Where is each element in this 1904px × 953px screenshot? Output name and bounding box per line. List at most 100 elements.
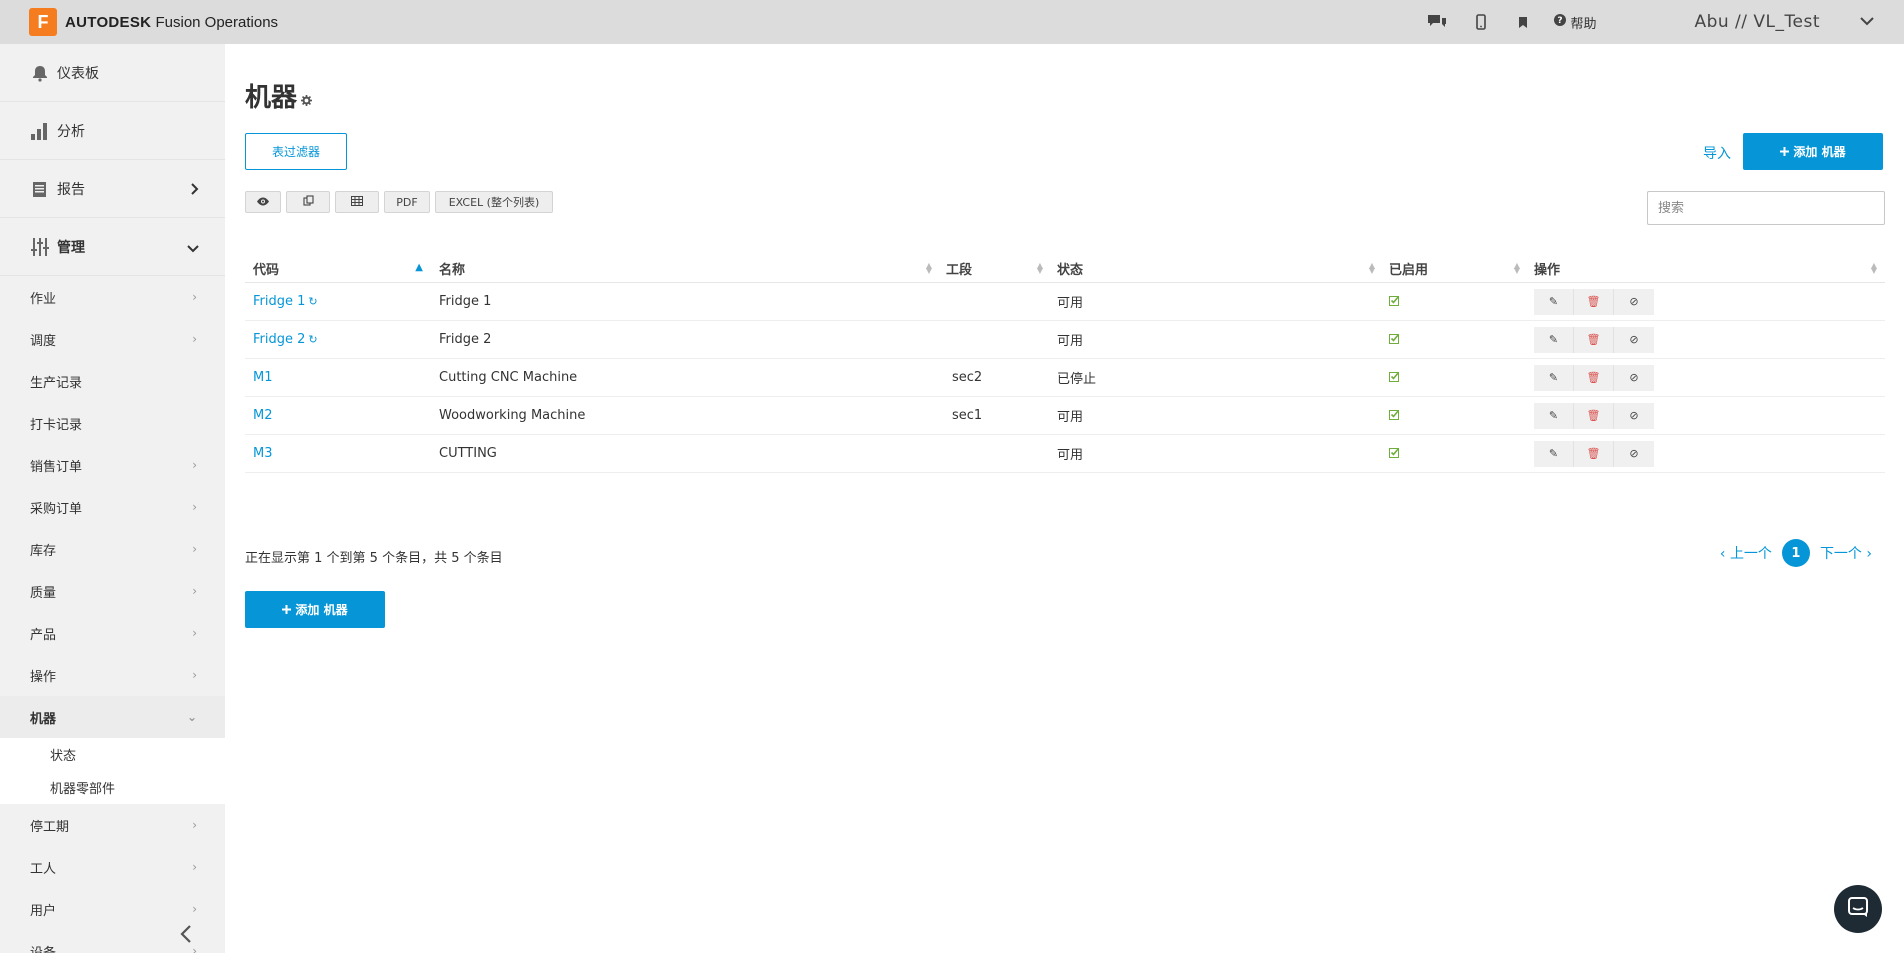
search-input[interactable]: [1647, 191, 1885, 225]
help-label: 帮助: [1570, 16, 1597, 32]
refresh-icon: ↻: [308, 333, 318, 346]
sidebar-item-sales-orders[interactable]: 销售订单 ›: [0, 444, 225, 486]
table-toolbar: PDF EXCEL (整个列表): [245, 191, 553, 213]
chevron-down-icon: ⌄: [186, 710, 197, 724]
delete-icon[interactable]: 🗑: [1574, 326, 1614, 353]
table-info: 正在显示第 1 个到第 5 个条目，共 5 个条目: [245, 547, 503, 566]
sidebar-item-label: 操作: [30, 669, 57, 685]
disable-icon[interactable]: ⊘: [1614, 288, 1654, 315]
mobile-icon[interactable]: [1470, 11, 1492, 33]
sidebar-item-dashboard[interactable]: 仪表板: [0, 44, 225, 102]
sidebar-item-purchase-orders[interactable]: 采购订单 ›: [0, 486, 225, 528]
sidebar-item-scheduling[interactable]: 调度 ›: [0, 318, 225, 360]
table-row: M1 Cutting CNC Machine sec2 已停止 ✎ 🗑 ⊘: [245, 359, 1885, 397]
machine-status: 可用: [1057, 410, 1084, 425]
sidebar-item-clock-records[interactable]: 打卡记录: [0, 402, 225, 444]
edit-icon[interactable]: ✎: [1534, 288, 1574, 315]
page-title-text: 机器: [245, 83, 298, 113]
sidebar-item-products[interactable]: 产品 ›: [0, 612, 225, 654]
copy-button[interactable]: [286, 191, 330, 213]
copy-icon: [302, 195, 314, 209]
edit-icon[interactable]: ✎: [1534, 326, 1574, 353]
disable-icon[interactable]: ⊘: [1614, 402, 1654, 429]
machine-code-link[interactable]: M2: [253, 408, 273, 423]
add-machine-button-bottom[interactable]: 添加 机器: [245, 591, 385, 628]
chevron-right-icon: ›: [192, 818, 197, 832]
add-machine-label: 添加 机器: [1793, 145, 1846, 159]
chevron-right-icon: ›: [192, 500, 197, 514]
sidebar-item-production-records[interactable]: 生产记录: [0, 360, 225, 402]
gear-icon[interactable]: [301, 95, 313, 110]
sidebar-subitem-machine-parts[interactable]: 机器零部件: [0, 771, 225, 804]
excel-button[interactable]: EXCEL (整个列表): [435, 191, 553, 213]
sidebar-item-quality[interactable]: 质量 ›: [0, 570, 225, 612]
add-machine-button[interactable]: 添加 机器: [1743, 133, 1883, 170]
sidebar-item-manage[interactable]: 管理: [0, 218, 225, 276]
edit-icon[interactable]: ✎: [1534, 364, 1574, 391]
sidebar-item-label: 用户: [30, 903, 57, 919]
page-1-button[interactable]: 1: [1781, 539, 1810, 567]
column-header-actions[interactable]: 操作 ▲ ▼: [1526, 254, 1883, 282]
table-info-text: 正在显示第 1 个到第 5 个条目，共 5 个条目: [245, 551, 503, 566]
column-header-status[interactable]: 状态 ▲ ▼: [1049, 254, 1381, 282]
csv-button[interactable]: [335, 191, 379, 213]
sidebar-item-operations[interactable]: 操作 ›: [0, 654, 225, 696]
pdf-button[interactable]: PDF: [384, 191, 430, 213]
column-header-label: 工段: [946, 262, 973, 278]
chat-icon[interactable]: [1426, 11, 1448, 33]
collapse-sidebar-icon[interactable]: [180, 924, 192, 950]
user-menu[interactable]: Abu // VL_Test: [1694, 12, 1820, 32]
column-header-section[interactable]: 工段 ▲ ▼: [938, 254, 1049, 282]
column-header-code[interactable]: 代码 ▲: [245, 254, 431, 282]
main-content: 机器 表过滤器 导入 添加 机器 PDF EXCEL (整个列表) 搜索 代码 …: [225, 44, 1904, 953]
delete-icon[interactable]: 🗑: [1574, 402, 1614, 429]
eye-icon: [256, 196, 270, 209]
chevron-down-icon[interactable]: [1860, 15, 1874, 30]
machine-code-link[interactable]: Fridge 2: [253, 332, 305, 347]
chevron-right-icon: ›: [192, 902, 197, 916]
chevron-right-icon: ›: [192, 458, 197, 472]
machine-code-link[interactable]: M3: [253, 446, 273, 461]
chevron-right-icon: ›: [192, 584, 197, 598]
disable-icon[interactable]: ⊘: [1614, 364, 1654, 391]
help-link[interactable]: ? 帮助: [1554, 13, 1596, 32]
sidebar-item-downtime[interactable]: 停工期 ›: [0, 804, 225, 846]
chevron-right-icon: ›: [192, 542, 197, 556]
disable-icon[interactable]: ⊘: [1614, 326, 1654, 353]
column-header-label: 名称: [439, 262, 466, 278]
question-icon: ?: [1554, 14, 1567, 30]
app-logo[interactable]: F: [29, 8, 57, 36]
machine-code-link[interactable]: M1: [253, 370, 273, 385]
table-filter-button[interactable]: 表过滤器: [245, 133, 347, 170]
sidebar-item-workers[interactable]: 工人 ›: [0, 846, 225, 888]
row-actions: ✎ 🗑 ⊘: [1534, 288, 1654, 315]
sidebar-item-label: 产品: [30, 627, 57, 643]
column-header-enabled[interactable]: 已启用 ▲ ▼: [1381, 254, 1526, 282]
sidebar-item-machines[interactable]: 机器 ⌄: [0, 696, 225, 738]
edit-icon[interactable]: ✎: [1534, 440, 1574, 467]
sidebar-item-reports[interactable]: 报告: [0, 160, 225, 218]
machine-code-link[interactable]: Fridge 1: [253, 294, 305, 309]
import-link[interactable]: 导入: [1703, 143, 1731, 163]
sidebar-subitem-status[interactable]: 状态: [0, 738, 225, 771]
bar-chart-icon: [29, 120, 51, 142]
previous-page-button[interactable]: ‹ 上一个: [1720, 543, 1772, 563]
column-header-name[interactable]: 名称 ▲ ▼: [431, 254, 938, 282]
edit-icon[interactable]: ✎: [1534, 402, 1574, 429]
machine-name: Fridge 2: [439, 332, 492, 347]
sidebar-item-label: 作业: [30, 291, 57, 307]
column-visibility-button[interactable]: [245, 191, 281, 213]
delete-icon[interactable]: 🗑: [1574, 440, 1614, 467]
disable-icon[interactable]: ⊘: [1614, 440, 1654, 467]
brand-bold: AUTODESK: [65, 13, 152, 31]
support-chat-button[interactable]: [1834, 885, 1882, 933]
row-actions: ✎ 🗑 ⊘: [1534, 364, 1654, 391]
delete-icon[interactable]: 🗑: [1574, 364, 1614, 391]
sidebar-item-analytics[interactable]: 分析: [0, 102, 225, 160]
sidebar-item-jobs[interactable]: 作业 ›: [0, 276, 225, 318]
sidebar-item-inventory[interactable]: 库存 ›: [0, 528, 225, 570]
next-page-button[interactable]: 下一个 ›: [1820, 543, 1872, 563]
checked-checkbox-icon: [1389, 409, 1400, 423]
bookmark-icon[interactable]: [1512, 11, 1534, 33]
delete-icon[interactable]: 🗑: [1574, 288, 1614, 315]
